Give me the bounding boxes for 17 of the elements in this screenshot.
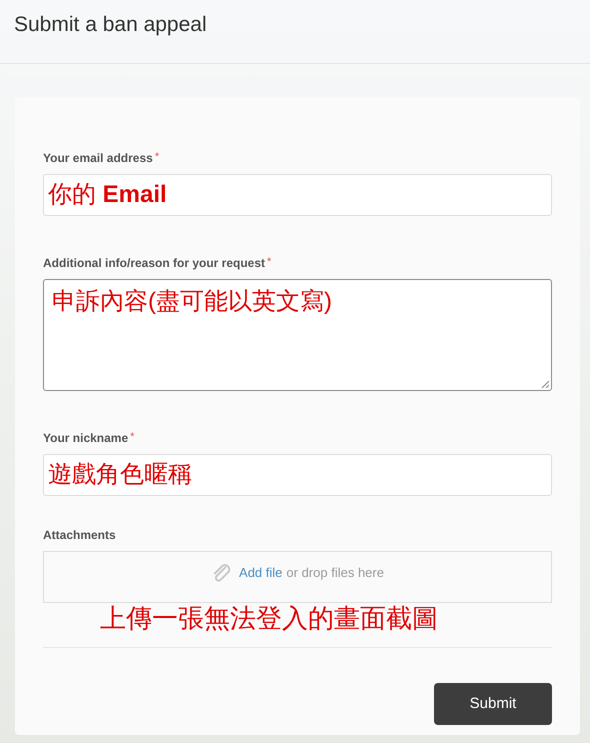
field-label: Attachments [43,527,116,544]
submit-button[interactable]: Submit [434,683,552,725]
drop-zone[interactable]: Add file or drop files here [43,551,552,603]
input-field[interactable]: 你的 Email [43,174,552,216]
required-mark: * [130,430,134,445]
required-mark: * [267,255,272,270]
input-field[interactable]: 遊戲角色暱稱 [43,454,552,496]
field-label: Your email address [43,150,153,167]
add-file-link[interactable]: Add file [239,565,282,580]
drop-hint: or drop files here [286,565,384,580]
field-label: Your nickname [43,430,128,447]
required-mark: * [154,150,160,165]
text-area[interactable]: 申訴內容(盡可能以英文寫) [43,279,552,391]
field-label: Additional info/reason for your request [43,255,266,272]
page-title: Submit a ban appeal [14,12,207,38]
annotation-text: 上傳一張無法登入的畫面截圖 [100,606,438,632]
resize-handle-icon[interactable] [541,380,549,388]
